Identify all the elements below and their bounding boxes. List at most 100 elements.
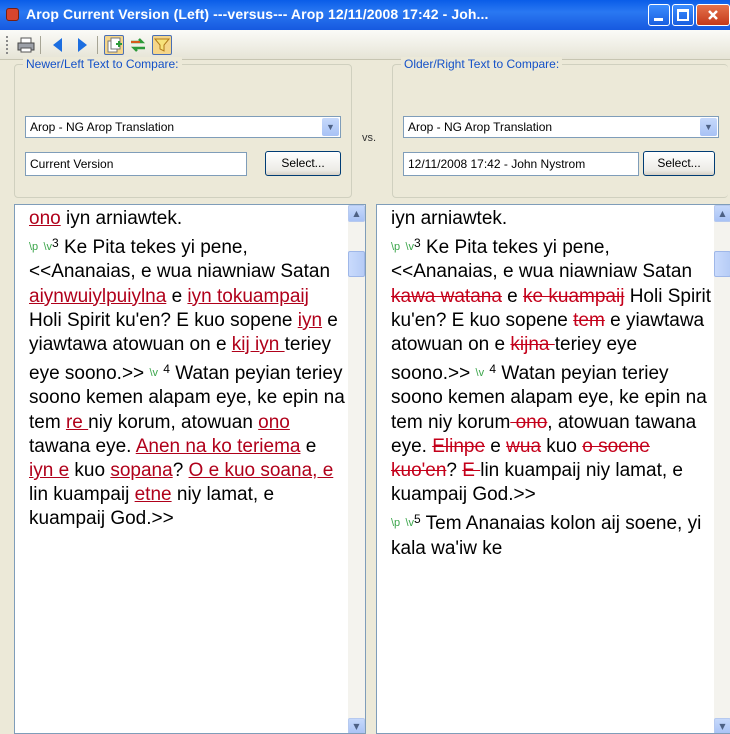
previous-difference-button[interactable] xyxy=(48,35,68,55)
text-run: Holi Spirit ku'en? E kuo sopene xyxy=(29,309,298,331)
verse-number: 3 xyxy=(414,236,421,251)
text-run: Ke Pita tekes yi pene, <<Ananaias, e wua… xyxy=(29,237,331,283)
text-run: e xyxy=(166,285,188,307)
verse-number: 5 xyxy=(414,512,421,527)
inserted-text: iyn e xyxy=(29,460,70,482)
deleted-text: E xyxy=(462,460,481,482)
inserted-text: etne xyxy=(134,484,172,506)
maximize-button[interactable] xyxy=(672,4,694,26)
right-group-label: Older/Right Text to Compare: xyxy=(401,57,563,71)
right-select-button[interactable]: Select... xyxy=(643,151,715,176)
deleted-text: wua xyxy=(506,435,542,457)
inserted-text: iyn xyxy=(297,309,323,331)
inserted-text: re xyxy=(65,411,89,433)
inserted-text: ono xyxy=(258,411,290,433)
toolbar-grip[interactable] xyxy=(6,36,11,54)
title-bar: Arop Current Version (Left) ---versus---… xyxy=(0,0,730,30)
filter-button[interactable] xyxy=(152,35,172,55)
right-project-value: Arop - NG Arop Translation xyxy=(408,120,553,134)
left-version-value: Current Version xyxy=(30,157,114,171)
inserted-text: sopana xyxy=(110,460,173,482)
right-text-content: iyn arniawtek. \p \v3 Ke Pita tekes yi p… xyxy=(391,207,713,561)
toolbar-separator xyxy=(97,36,98,54)
add-files-icon xyxy=(107,37,122,53)
print-button[interactable] xyxy=(16,35,36,55)
usfm-marker: \p xyxy=(391,241,401,254)
left-select-button[interactable]: Select... xyxy=(265,151,341,176)
app-icon xyxy=(6,8,19,21)
usfm-marker: \v xyxy=(405,517,415,530)
left-text-pane[interactable]: ono iyn arniawtek. \p \v3 Ke Pita tekes … xyxy=(14,204,366,734)
right-project-select[interactable]: Arop - NG Arop Translation ▼ xyxy=(403,116,719,138)
usfm-marker: \v xyxy=(475,367,485,380)
deleted-text: tem xyxy=(573,309,605,331)
swap-button[interactable] xyxy=(128,35,148,55)
add-files-button[interactable] xyxy=(104,35,124,55)
inserted-text: ono xyxy=(29,208,61,229)
left-project-select[interactable]: Arop - NG Arop Translation ▼ xyxy=(25,116,341,138)
scroll-down-button[interactable]: ▼ xyxy=(714,718,730,733)
text-run: Tem Ananaias kolon aij soene, yi kala wa… xyxy=(391,513,702,559)
text-run: ? xyxy=(172,460,189,482)
text-run: e xyxy=(501,285,524,307)
close-button[interactable] xyxy=(696,4,730,26)
left-group-label: Newer/Left Text to Compare: xyxy=(23,57,182,71)
chevron-down-icon: ▼ xyxy=(719,722,726,731)
text-run: kuo xyxy=(541,435,583,457)
right-compare-group: Older/Right Text to Compare: Arop - NG A… xyxy=(392,57,728,198)
chevron-down-icon[interactable]: ▼ xyxy=(700,118,717,136)
inserted-text: iyn tokuampaij xyxy=(187,285,309,307)
right-paragraph: iyn arniawtek. xyxy=(391,207,713,231)
scroll-down-button[interactable]: ▼ xyxy=(348,718,365,733)
chevron-down-icon: ▼ xyxy=(353,722,360,731)
next-difference-button[interactable] xyxy=(72,35,92,55)
scroll-thumb[interactable] xyxy=(348,251,365,277)
print-icon xyxy=(17,37,35,53)
maximize-icon xyxy=(677,9,689,21)
deleted-text: ke kuampaij xyxy=(523,285,625,307)
right-scrollbar[interactable]: ▲ ▼ xyxy=(714,205,730,733)
text-run: e xyxy=(300,435,317,457)
vs-label: vs. xyxy=(362,132,377,144)
text-run: kuo xyxy=(69,460,111,482)
text-run: lin kuampaij xyxy=(29,484,135,506)
scroll-up-button[interactable]: ▲ xyxy=(348,205,365,222)
left-paragraph: \p \v3 Ke Pita tekes yi pene, <<Ananaias… xyxy=(29,231,345,531)
window-title: Arop Current Version (Left) ---versus---… xyxy=(26,6,489,22)
inserted-text: kij iyn xyxy=(231,334,285,356)
text-run: tawana eye. xyxy=(29,435,136,457)
usfm-marker: \p xyxy=(29,241,39,254)
minimize-button[interactable] xyxy=(648,4,670,26)
close-icon xyxy=(708,10,718,20)
deleted-text: kawa watana xyxy=(391,285,502,307)
right-text-pane[interactable]: iyn arniawtek. \p \v3 Ke Pita tekes yi p… xyxy=(376,204,730,734)
usfm-marker: \p xyxy=(391,517,401,530)
chevron-up-icon: ▲ xyxy=(719,209,726,218)
deleted-text: ono xyxy=(510,411,548,433)
text-run: Ke Pita tekes yi pene, <<Ananaias, e wua… xyxy=(391,237,693,283)
next-arrow-icon xyxy=(78,38,87,52)
previous-arrow-icon xyxy=(53,38,62,52)
minimize-icon xyxy=(654,18,663,21)
chevron-up-icon: ▲ xyxy=(353,209,360,218)
left-version-field[interactable]: Current Version xyxy=(25,152,247,176)
usfm-marker: \v xyxy=(405,241,415,254)
text-run: iyn arniawtek. xyxy=(391,208,508,229)
scroll-thumb[interactable] xyxy=(714,251,730,277)
inserted-text: aiynwuiylpuiylna xyxy=(29,285,167,307)
left-paragraph: ono iyn arniawtek. xyxy=(29,207,345,231)
left-scrollbar[interactable]: ▲ ▼ xyxy=(348,205,365,733)
right-version-value: 12/11/2008 17:42 - John Nystrom xyxy=(408,157,586,171)
scroll-up-button[interactable]: ▲ xyxy=(714,205,730,222)
deleted-text: kijna xyxy=(510,334,555,356)
text-run: niy korum, atowuan xyxy=(88,411,259,433)
filter-icon xyxy=(153,38,171,52)
left-compare-group: Newer/Left Text to Compare: Arop - NG Ar… xyxy=(14,57,352,198)
right-version-field[interactable]: 12/11/2008 17:42 - John Nystrom xyxy=(403,152,639,176)
text-run: ? xyxy=(446,460,463,482)
chevron-down-icon[interactable]: ▼ xyxy=(322,118,339,136)
swap-icon xyxy=(130,38,146,52)
left-project-value: Arop - NG Arop Translation xyxy=(30,120,175,134)
text-run: iyn arniawtek. xyxy=(60,208,183,229)
toolbar xyxy=(0,30,730,60)
